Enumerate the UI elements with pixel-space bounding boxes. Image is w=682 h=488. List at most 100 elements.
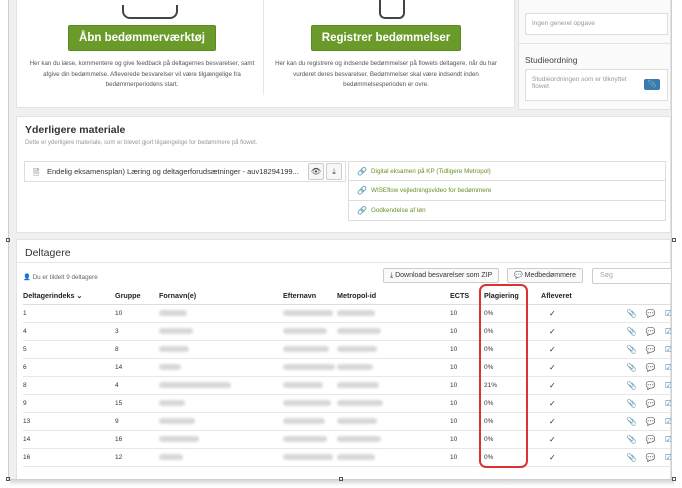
attachment-icon[interactable]: 📎 — [627, 453, 637, 462]
attachment-icon[interactable]: 📎 — [627, 417, 637, 426]
column-header-delivered[interactable]: Afleveret — [541, 287, 615, 305]
table-row[interactable]: 16 12 10 0% ✓ 📎 💬 ☑ — [23, 448, 671, 467]
preview-eye-icon[interactable]: 👁 — [308, 163, 324, 180]
cell-firstname-redacted — [159, 448, 283, 467]
cell-metropol-id-redacted — [337, 304, 450, 323]
checkbox-icon[interactable]: ☑ — [665, 309, 671, 318]
cell-firstname-redacted — [159, 340, 283, 359]
download-zip-button[interactable]: ⤓ Download besvarelser som ZIP — [383, 268, 500, 283]
checkbox-icon[interactable]: ☑ — [665, 417, 671, 426]
comment-icon[interactable]: 💬 — [646, 453, 656, 462]
participants-table-body: 1 10 10 0% ✓ 📎 💬 ☑ 4 3 10 0% ✓ 📎 💬 ☑ 5 8 10 0% ✓ 📎 💬 ☑ 6 14 10 0% ✓ 📎… — [23, 304, 671, 467]
cell-group: 16 — [115, 430, 159, 449]
link-icon: 🔗 — [357, 186, 367, 195]
cell-firstname-redacted — [159, 412, 283, 431]
checkbox-icon[interactable]: ☑ — [665, 399, 671, 408]
table-row[interactable]: 4 3 10 0% ✓ 📎 💬 ☑ — [23, 322, 671, 341]
column-header-lastname[interactable]: Efternavn — [283, 287, 337, 305]
material-link[interactable]: 🔗 Digital eksamen på KP (Tidligere Metrop… — [348, 161, 666, 181]
table-row[interactable]: 9 15 10 0% ✓ 📎 💬 ☑ — [23, 394, 671, 413]
cell-actions: 📎 💬 ☑ — [615, 412, 671, 431]
material-link[interactable]: 🔗 WISEflow vejledningsvideo for bedømmere — [348, 181, 666, 201]
cell-group: 14 — [115, 358, 159, 377]
attachment-icon[interactable]: 📎 — [627, 435, 637, 444]
cell-index: 14 — [23, 430, 115, 449]
attach-icon[interactable]: 📎 — [644, 79, 660, 90]
participants-table: Deltagerindeks ⌄ Gruppe Fornavn(e) Efter… — [23, 287, 671, 467]
sidebar-card: Ingen generel opgave Studieordning Studi… — [518, 0, 671, 110]
column-header-index[interactable]: Deltagerindeks ⌄ — [23, 287, 115, 305]
column-header-metropol-id[interactable]: Metropol-id — [337, 287, 450, 305]
cell-index: 4 — [23, 322, 115, 341]
cell-index: 6 — [23, 358, 115, 377]
crop-marker — [339, 477, 343, 481]
column-header-actions — [615, 287, 671, 305]
checkbox-icon[interactable]: ☑ — [665, 381, 671, 390]
cell-delivered: ✓ — [541, 340, 615, 359]
column-header-firstname[interactable]: Fornavn(e) — [159, 287, 283, 305]
comment-icon[interactable]: 💬 — [646, 417, 656, 426]
checkbox-icon[interactable]: ☑ — [665, 453, 671, 462]
comment-icon[interactable]: 💬 — [646, 381, 656, 390]
cell-index: 8 — [23, 376, 115, 395]
coassessors-button[interactable]: 💬 Medbedømmere — [507, 268, 584, 283]
register-grades-button[interactable]: Registrer bedømmelser — [310, 25, 462, 51]
comment-icon[interactable]: 💬 — [646, 363, 656, 372]
table-row[interactable]: 6 14 10 0% ✓ 📎 💬 ☑ — [23, 358, 671, 377]
link-icon: 🔗 — [357, 206, 367, 215]
crop-marker — [672, 477, 676, 481]
material-link[interactable]: 🔗 Godkendelse af løn — [348, 201, 666, 221]
comment-icon[interactable]: 💬 — [646, 327, 656, 336]
checkbox-icon[interactable]: ☑ — [665, 363, 671, 372]
additional-material-title: Yderligere materiale — [25, 124, 126, 136]
attachment-icon[interactable]: 📎 — [627, 309, 637, 318]
checkbox-icon[interactable]: ☑ — [665, 345, 671, 354]
table-row[interactable]: 14 16 10 0% ✓ 📎 💬 ☑ — [23, 430, 671, 449]
table-row[interactable]: 8 4 10 21% ✓ 📎 💬 ☑ — [23, 376, 671, 395]
sidebar-separator — [519, 43, 670, 44]
attachment-icon[interactable]: 📎 — [627, 345, 637, 354]
attachment-icon[interactable]: 📎 — [627, 399, 637, 408]
participants-header-rule — [17, 262, 670, 263]
cell-metropol-id-redacted — [337, 340, 450, 359]
attachment-icon[interactable]: 📎 — [627, 363, 637, 372]
general-task-field[interactable]: Ingen generel opgave — [525, 13, 668, 35]
open-assessor-tool-button[interactable]: Åbn bedømmerværktøj — [68, 25, 216, 51]
cell-actions: 📎 💬 ☑ — [615, 430, 671, 449]
checkbox-icon[interactable]: ☑ — [665, 327, 671, 336]
attachment-icon[interactable]: 📎 — [627, 381, 637, 390]
card-divider — [263, 0, 264, 95]
table-header-row: Deltagerindeks ⌄ Gruppe Fornavn(e) Efter… — [23, 287, 671, 305]
cell-actions: 📎 💬 ☑ — [615, 376, 671, 395]
assessor-tool-section: Åbn bedømmerværktøj Her kan du læse, kom… — [29, 25, 255, 117]
table-row[interactable]: 13 9 10 0% ✓ 📎 💬 ☑ — [23, 412, 671, 431]
material-links: 🔗 Digital eksamen på KP (Tidligere Metrop… — [348, 161, 666, 221]
cell-firstname-redacted — [159, 304, 283, 323]
comment-icon[interactable]: 💬 — [646, 435, 656, 444]
comment-icon[interactable]: 💬 — [646, 399, 656, 408]
download-icon: ⤓ — [390, 272, 394, 279]
table-row[interactable]: 1 10 10 0% ✓ 📎 💬 ☑ — [23, 304, 671, 323]
checkbox-icon[interactable]: ☑ — [665, 435, 671, 444]
attachment-icon[interactable]: 📎 — [627, 327, 637, 336]
comment-icon[interactable]: 💬 — [646, 309, 656, 318]
crop-marker — [6, 477, 10, 481]
material-file-row[interactable]: 🗎 Endelig eksamensplan) Læring og deltag… — [24, 161, 346, 182]
cell-lastname-redacted — [283, 412, 337, 431]
tool-illustration-right — [379, 0, 405, 19]
search-input[interactable]: Søg — [592, 268, 671, 284]
crop-marker — [672, 238, 676, 242]
crop-marker — [6, 238, 10, 242]
chat-icon: 💬 — [514, 272, 523, 279]
comment-icon[interactable]: 💬 — [646, 345, 656, 354]
cell-metropol-id-redacted — [337, 430, 450, 449]
download-icon[interactable]: ⤓ — [326, 163, 342, 180]
cell-group: 15 — [115, 394, 159, 413]
table-row[interactable]: 5 8 10 0% ✓ 📎 💬 ☑ — [23, 340, 671, 359]
cell-lastname-redacted — [283, 448, 337, 467]
register-grades-section: Registrer bedømmelser Her kan du registr… — [273, 25, 499, 117]
cell-actions: 📎 💬 ☑ — [615, 448, 671, 467]
cell-group: 4 — [115, 376, 159, 395]
cell-delivered: ✓ — [541, 358, 615, 377]
column-header-group[interactable]: Gruppe — [115, 287, 159, 305]
